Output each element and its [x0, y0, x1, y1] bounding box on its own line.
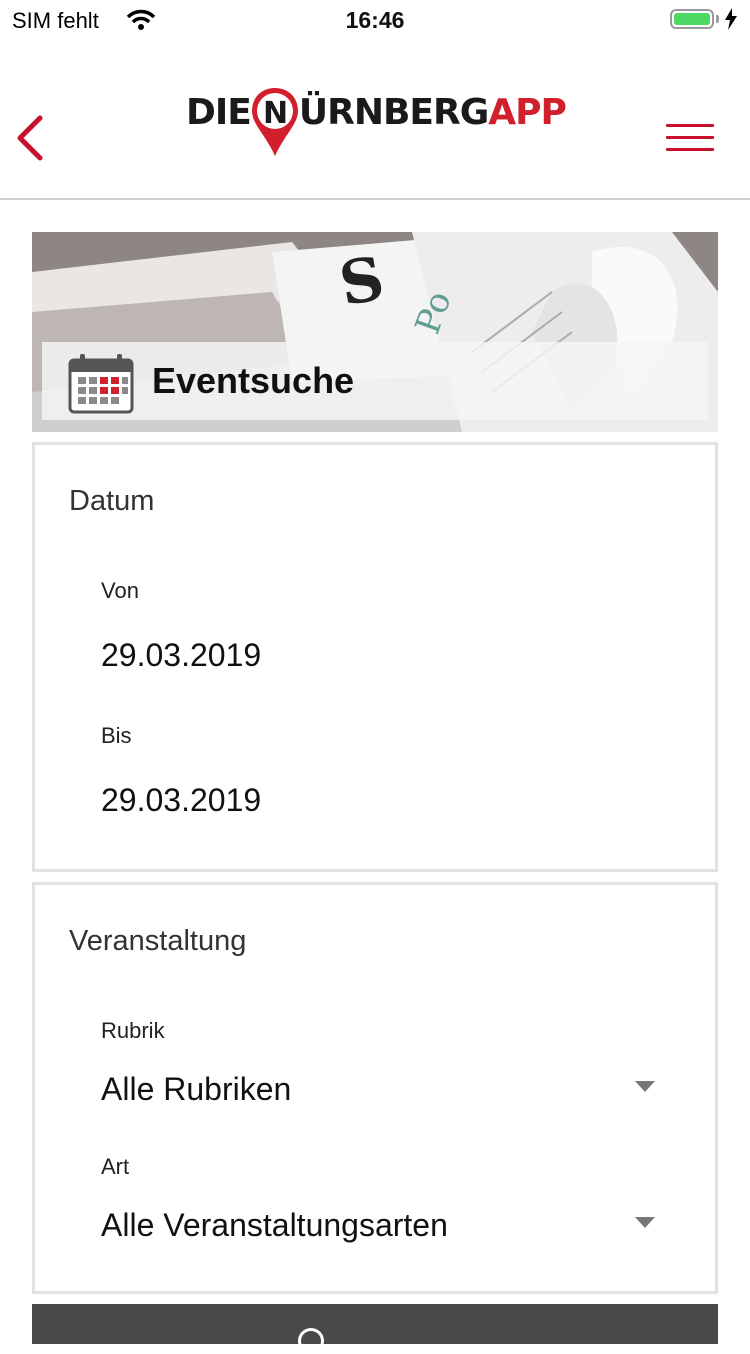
logo-die: DIE [186, 92, 252, 133]
battery-tip [716, 15, 719, 23]
from-date-field[interactable]: 29.03.2019 [101, 637, 261, 674]
date-card: Datum Von 29.03.2019 Bis 29.03.2019 [32, 442, 718, 872]
logo-urnberg: ÜRNBERG [298, 92, 489, 133]
caret-down-icon [635, 1081, 655, 1092]
clock: 16:46 [345, 7, 405, 33]
type-label: Art [101, 1154, 130, 1179]
search-icon [298, 1328, 324, 1354]
banner-title-box: Eventsuche [42, 342, 708, 420]
chevron-left-icon [17, 115, 43, 161]
hamburger-icon-line [666, 124, 714, 127]
caret-down-icon [635, 1217, 655, 1228]
event-card: Veranstaltung Rubrik Alle Rubriken Art A… [32, 882, 718, 1294]
logo-n: N [263, 96, 287, 131]
event-search-banner: S Po Eventsuche [32, 232, 718, 432]
date-card-title: Datum [69, 485, 155, 517]
menu-button[interactable] [666, 124, 714, 156]
event-card-title: Veranstaltung [69, 925, 247, 957]
map-pin-icon: N [249, 86, 301, 158]
page-title: Eventsuche [152, 360, 355, 401]
logo-app: APP [488, 92, 567, 133]
type-select[interactable]: Alle Veranstaltungsarten [35, 1201, 715, 1251]
hamburger-icon-line [666, 136, 714, 139]
to-label: Bis [101, 723, 132, 748]
battery-icon [670, 9, 714, 29]
calendar-icon [68, 354, 134, 414]
to-date-field[interactable]: 29.03.2019 [101, 782, 261, 819]
search-button[interactable] [32, 1304, 718, 1354]
charging-icon [725, 8, 737, 30]
app-logo: DIE N ÜRNBERGAPP [186, 88, 567, 156]
from-label: Von [101, 578, 139, 603]
category-select-value: Alle Rubriken [101, 1071, 292, 1107]
category-select[interactable]: Alle Rubriken [35, 1065, 715, 1115]
back-button[interactable] [10, 110, 54, 166]
app-header: DIE N ÜRNBERGAPP [0, 40, 750, 200]
type-select-value: Alle Veranstaltungsarten [101, 1207, 448, 1243]
category-label: Rubrik [101, 1018, 165, 1043]
hamburger-icon-line [666, 148, 714, 151]
status-bar: SIM fehlt 16:46 [0, 0, 750, 40]
